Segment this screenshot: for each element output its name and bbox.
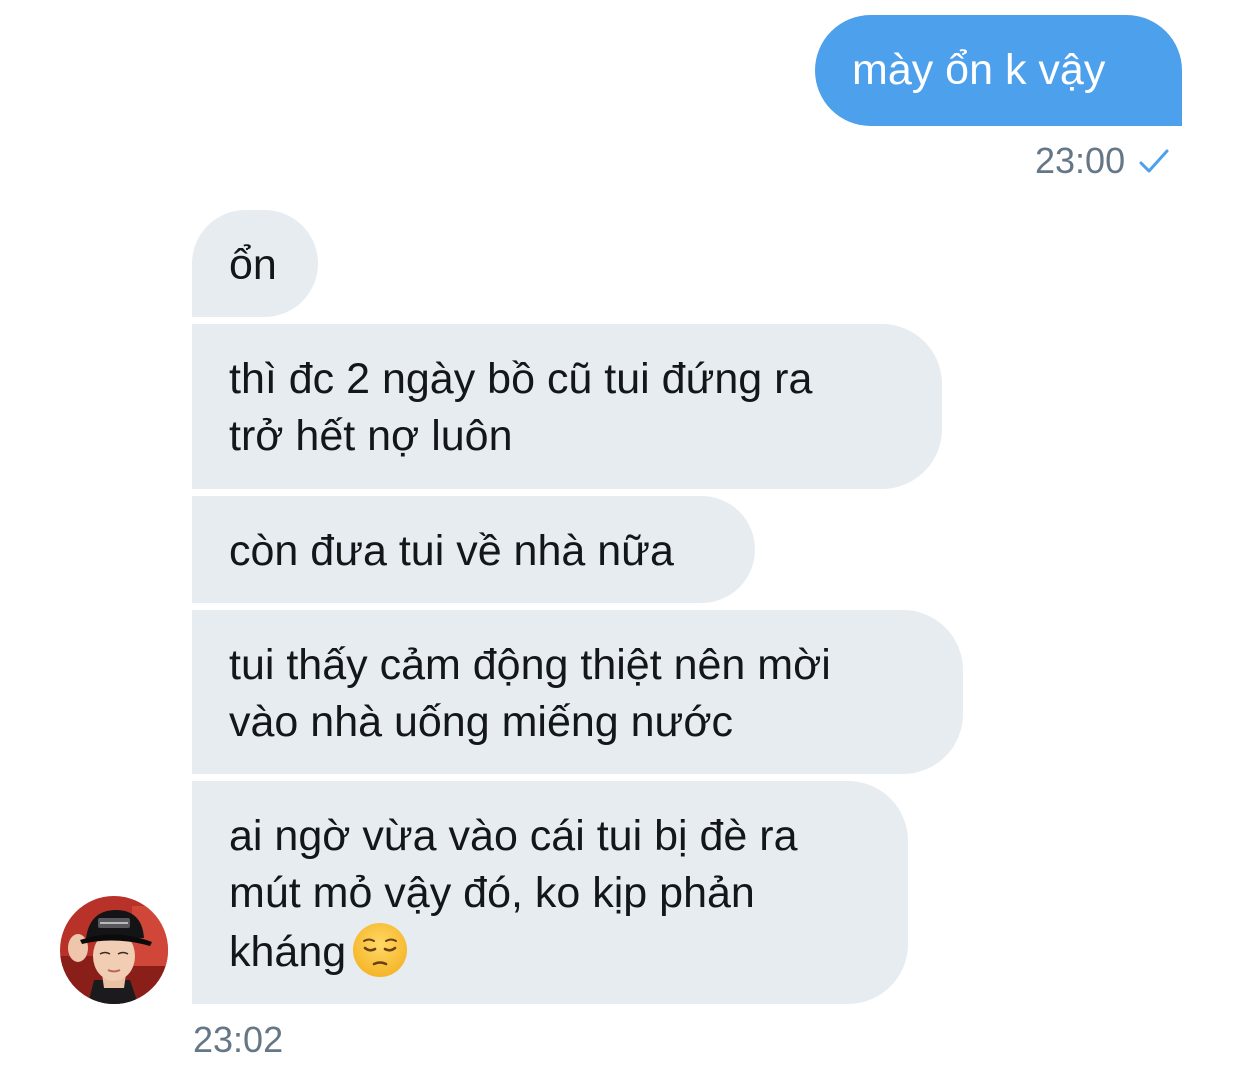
received-message-time: 23:02 [193, 1019, 284, 1060]
message-line-with-emoji: kháng [229, 922, 908, 981]
message-line: ai ngờ vừa vào cái tui bị đè ra [229, 812, 798, 860]
received-message-bubble[interactable]: thì đc 2 ngày bồ cũ tui đứng ra trở hết … [192, 324, 942, 489]
message-line: kháng [229, 928, 347, 976]
received-message-bubble[interactable]: còn đưa tui về nhà nữa [192, 496, 755, 603]
message-line: còn đưa tui về nhà nữa [229, 527, 674, 575]
received-message-bubble[interactable]: ai ngờ vừa vào cái tui bị đè ra mút mỏ v… [192, 781, 908, 1004]
sent-message-text: mày ổn k vậy [852, 46, 1106, 94]
sent-message-time: 23:00 [1035, 140, 1126, 181]
sent-message-meta: 23:00 [1035, 140, 1171, 182]
pensive-face-emoji [353, 923, 408, 977]
check-icon [1139, 149, 1169, 173]
message-line: tui thấy cảm động thiệt nên mời [229, 641, 831, 689]
received-message-bubble[interactable]: ổn [192, 210, 318, 317]
message-line: trở hết nợ luôn [229, 412, 513, 460]
message-line: thì đc 2 ngày bồ cũ tui đứng ra [229, 355, 813, 403]
message-line: ổn [229, 241, 277, 289]
sent-message-bubble[interactable]: mày ổn k vậy [815, 15, 1182, 126]
received-message-bubble[interactable]: tui thấy cảm động thiệt nên mời vào nhà … [192, 610, 963, 774]
message-line: vào nhà uống miếng nước [229, 698, 734, 746]
message-line: mút mỏ vậy đó, ko kịp phản [229, 869, 755, 917]
sender-avatar[interactable] [60, 896, 168, 1004]
user-avatar-icon [60, 896, 168, 1004]
